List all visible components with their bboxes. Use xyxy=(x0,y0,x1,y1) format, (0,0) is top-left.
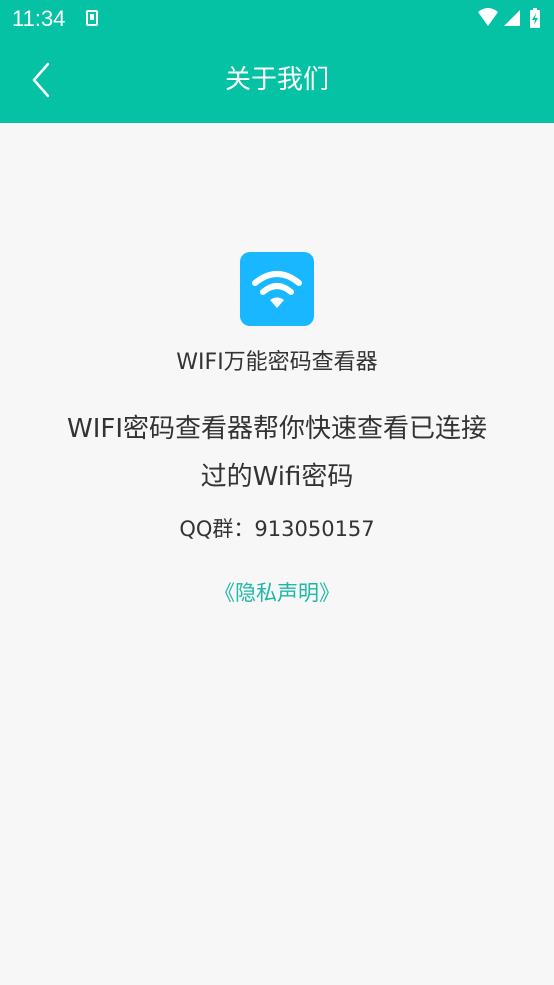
privacy-statement-link[interactable]: 《隐私声明》 xyxy=(0,577,554,609)
app-logo xyxy=(240,252,314,326)
about-content: WIFI万能密码查看器 WIFI密码查看器帮你快速查看已连接过的Wifi密码 Q… xyxy=(0,123,554,985)
status-bar: 11:34 xyxy=(0,0,554,38)
notification-app-icon xyxy=(86,10,98,26)
qq-group-text: QQ群：913050157 xyxy=(179,517,375,541)
status-time: 11:34 xyxy=(12,6,66,31)
app-name: WIFI万能密码查看器 xyxy=(176,350,378,375)
status-icons-svg xyxy=(478,8,540,28)
app-bar: 关于我们 xyxy=(0,38,554,123)
status-icons xyxy=(476,6,546,32)
wifi-status-icon xyxy=(478,8,498,26)
wifi-icon xyxy=(252,271,302,308)
page-title: 关于我们 xyxy=(224,65,329,95)
battery-icon xyxy=(530,8,540,28)
app-description: WIFI密码查看器帮你快速查看已连接过的Wifi密码 xyxy=(67,414,487,492)
signal-icon xyxy=(504,10,520,26)
